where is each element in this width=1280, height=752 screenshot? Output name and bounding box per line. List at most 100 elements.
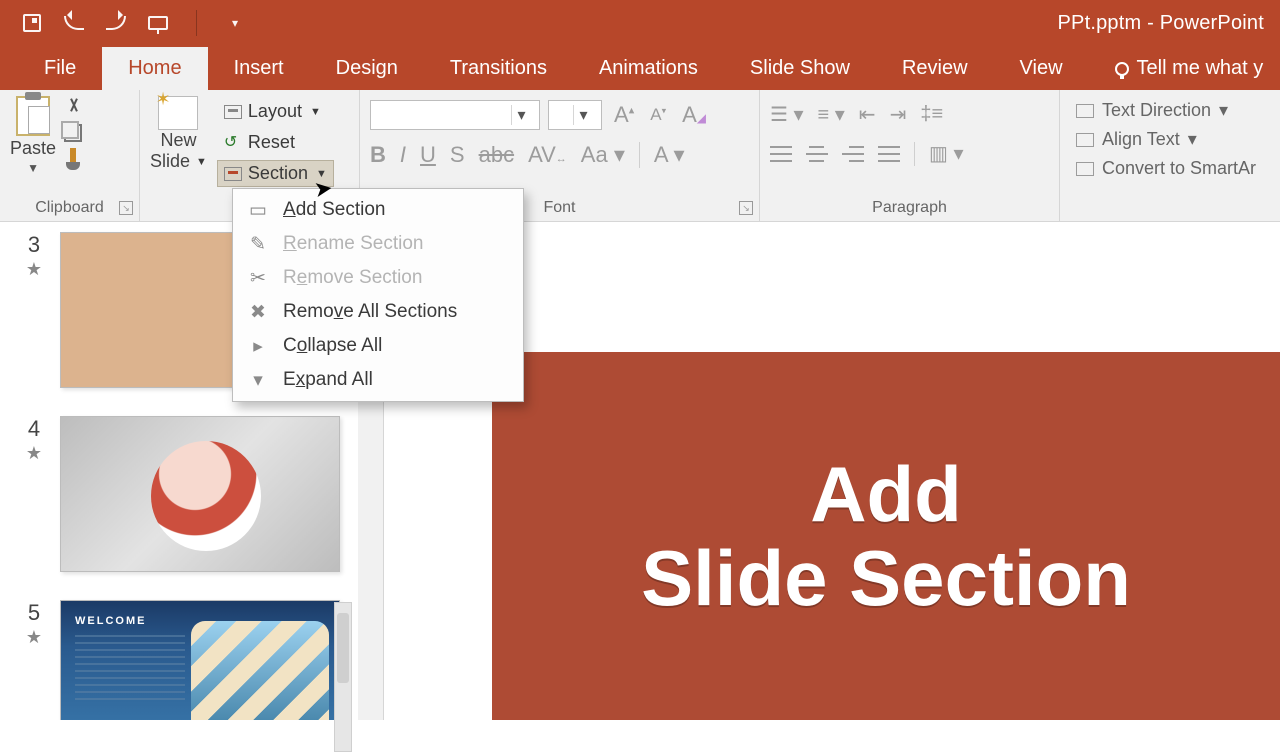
start-from-beginning-icon[interactable] <box>148 13 168 33</box>
change-case-icon[interactable]: Aa ▾ <box>581 142 625 168</box>
justify-icon[interactable] <box>878 146 900 162</box>
copy-icon[interactable] <box>64 124 82 142</box>
tab-file[interactable]: File <box>18 47 102 90</box>
text-direction-label: Text Direction <box>1102 100 1211 121</box>
numbering-icon[interactable]: ≡ ▾ <box>818 102 845 127</box>
clipboard-launcher-icon[interactable]: ↘ <box>119 201 133 215</box>
strikethrough-icon[interactable]: abc <box>479 142 514 168</box>
layout-label: Layout <box>248 101 302 122</box>
title-bar: ▾ PPt.pptm - PowerPoint <box>0 0 1280 46</box>
align-right-icon[interactable] <box>842 146 864 162</box>
cut-icon[interactable] <box>64 98 84 118</box>
font-name-input[interactable]: ▾ <box>370 100 540 130</box>
remove-section-icon: ✂ <box>247 269 269 287</box>
align-center-icon[interactable] <box>806 146 828 162</box>
rename-section-icon: ✎ <box>247 235 269 253</box>
bullets-icon[interactable]: ☰ ▾ <box>770 102 804 127</box>
workspace: 3★ 4★ 5★ WELCOME Add Slide Section <box>0 222 1280 720</box>
chevron-down-icon: ▼ <box>316 168 327 180</box>
expand-all-icon: ▾ <box>247 371 269 389</box>
paste-label: Paste <box>10 138 56 159</box>
add-section-icon: ▭ <box>247 201 269 219</box>
section-dropdown-menu: ▭ Add Section ✎ Rename Section ✂ Remove … <box>232 188 524 402</box>
chevron-down-icon: ▼ <box>196 156 207 168</box>
slide-preview[interactable]: WELCOME <box>60 600 340 720</box>
columns-icon[interactable]: ▥ ▾ <box>929 141 964 166</box>
slide-thumbnail[interactable]: 5★ WELCOME <box>22 600 350 720</box>
italic-icon[interactable]: I <box>400 142 406 168</box>
character-spacing-icon[interactable]: AV↔ <box>528 142 567 168</box>
slide-preview[interactable] <box>60 416 340 572</box>
tab-home[interactable]: Home <box>102 47 207 90</box>
align-text-label: Align Text <box>1102 129 1180 150</box>
menu-add-section[interactable]: ▭ Add Section <box>233 193 523 227</box>
reset-button[interactable]: Reset <box>217 129 334 156</box>
align-left-icon[interactable] <box>770 146 792 162</box>
align-text-button[interactable]: Align Text ▾ <box>1076 129 1270 150</box>
chevron-down-icon: ▾ <box>573 105 593 125</box>
convert-smartart-button[interactable]: Convert to SmartAr <box>1076 158 1270 179</box>
slide-thumbnail[interactable]: 4★ <box>22 416 350 572</box>
new-slide-label-top: New <box>160 130 196 151</box>
layout-icon <box>224 105 242 119</box>
shrink-font-icon[interactable]: A▾ <box>646 105 670 125</box>
menu-expand-all[interactable]: ▾ Expand All <box>233 363 523 397</box>
menu-remove-all-sections[interactable]: ✖ Remove All Sections <box>233 295 523 329</box>
group-text-extras: Text Direction ▾ Align Text ▾ Convert to… <box>1060 90 1280 221</box>
tab-tell-me[interactable]: Tell me what y <box>1089 47 1280 90</box>
menu-collapse-all[interactable]: ▸ Collapse All <box>233 329 523 363</box>
customize-qat-icon[interactable]: ▾ <box>225 13 245 33</box>
slide-image-placeholder <box>191 621 329 720</box>
new-slide-icon <box>158 96 198 130</box>
undo-icon[interactable] <box>64 13 84 33</box>
decrease-indent-icon[interactable]: ⇤ <box>859 102 876 127</box>
tab-review[interactable]: Review <box>876 47 994 90</box>
window-title: PPt.pptm - PowerPoint <box>1057 12 1264 35</box>
section-label: Section <box>248 163 308 184</box>
reset-icon <box>224 136 242 150</box>
save-icon[interactable] <box>22 13 42 33</box>
slide-title-text: WELCOME <box>75 615 146 627</box>
tab-slideshow[interactable]: Slide Show <box>724 47 876 90</box>
shadow-icon[interactable]: S <box>450 142 465 168</box>
layout-button[interactable]: Layout ▼ <box>217 98 334 125</box>
section-icon <box>224 167 242 181</box>
new-slide-button[interactable]: New Slide ▼ <box>150 96 207 187</box>
tab-design[interactable]: Design <box>310 47 424 90</box>
increase-indent-icon[interactable]: ⇥ <box>890 102 907 127</box>
font-size-input[interactable]: ▾ <box>548 100 602 130</box>
slide-number: 4 <box>28 416 40 442</box>
tab-animations[interactable]: Animations <box>573 47 724 90</box>
collapse-all-icon: ▸ <box>247 337 269 355</box>
format-painter-icon[interactable] <box>70 148 76 164</box>
align-text-icon <box>1076 133 1094 147</box>
convert-smartart-label: Convert to SmartAr <box>1102 158 1256 179</box>
line-spacing-icon[interactable]: ‡≡ <box>920 103 943 126</box>
bold-icon[interactable]: B <box>370 142 386 168</box>
section-button[interactable]: Section ▼ <box>217 160 334 187</box>
reset-label: Reset <box>248 132 295 153</box>
font-color-icon[interactable]: A ▾ <box>654 142 685 168</box>
slide-number: 3 <box>28 232 40 258</box>
scrollbar-handle[interactable] <box>337 613 349 683</box>
clear-formatting-icon[interactable]: A◢ <box>678 102 710 128</box>
tab-insert[interactable]: Insert <box>208 47 310 90</box>
grow-font-icon[interactable]: A▴ <box>610 102 638 128</box>
animation-star-icon: ★ <box>26 444 42 462</box>
overlay-line-1: Add <box>810 455 962 533</box>
underline-icon[interactable]: U <box>420 142 436 168</box>
remove-all-sections-icon: ✖ <box>247 303 269 321</box>
group-clipboard: Paste ▼ Clipboard ↘ <box>0 90 140 221</box>
smartart-icon <box>1076 162 1094 176</box>
qat-separator <box>196 10 197 36</box>
tab-transitions[interactable]: Transitions <box>424 47 573 90</box>
thumbnail-scrollbar[interactable] <box>334 602 352 752</box>
font-launcher-icon[interactable]: ↘ <box>739 201 753 215</box>
text-direction-button[interactable]: Text Direction ▾ <box>1076 100 1270 121</box>
redo-icon[interactable] <box>106 13 126 33</box>
paste-button[interactable]: Paste ▼ <box>10 96 56 175</box>
tab-view[interactable]: View <box>994 47 1089 90</box>
chevron-down-icon: ▼ <box>310 106 321 118</box>
chevron-down-icon: ▼ <box>27 161 39 175</box>
lightbulb-icon <box>1115 62 1129 76</box>
